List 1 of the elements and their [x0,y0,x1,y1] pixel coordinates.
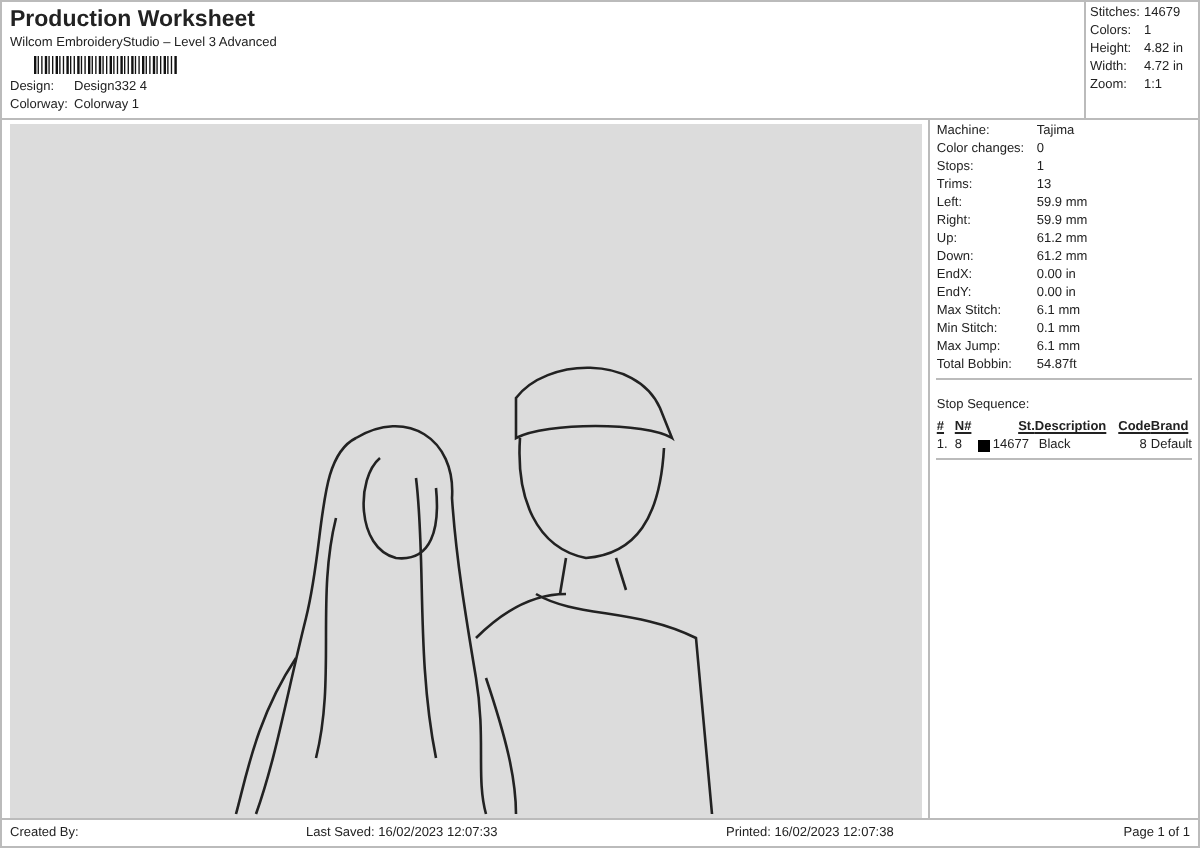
worksheet-title: Production Worksheet [10,6,257,34]
